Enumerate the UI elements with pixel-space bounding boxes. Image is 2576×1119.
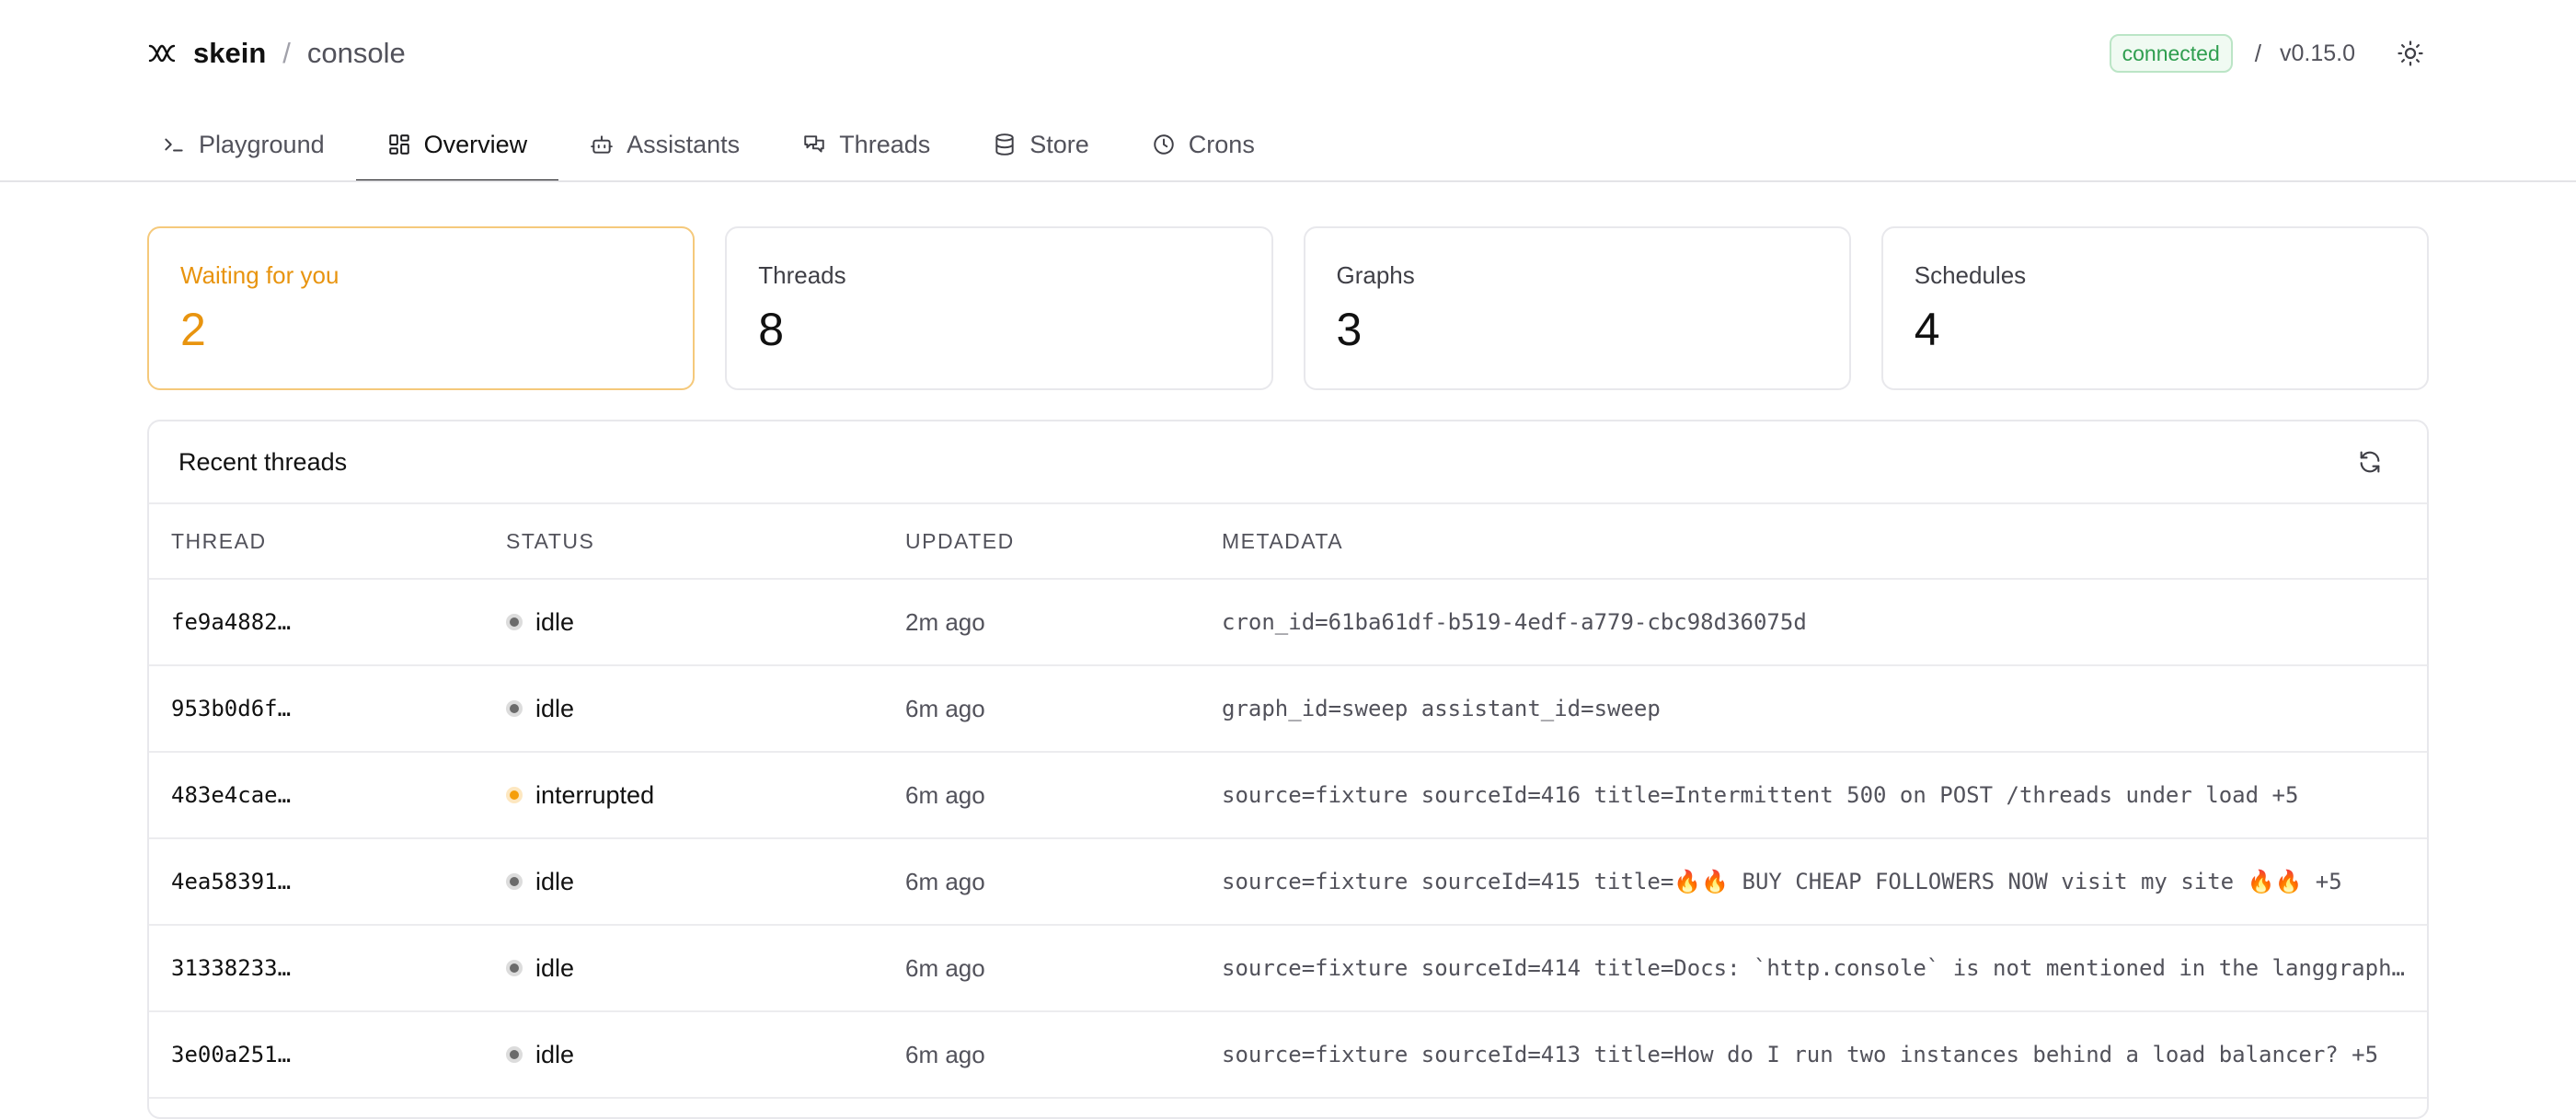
metadata-text: source=fixture sourceId=413 title=How do… — [1222, 1042, 2379, 1067]
column-header-metadata[interactable]: METADATA — [1222, 504, 1343, 578]
metadata-text: source=fixture sourceId=414 title=Docs: … — [1222, 955, 2409, 981]
status-label: idle — [535, 608, 575, 636]
table-row[interactable]: 953b0d6f… idle 6m ago graph_id=sweep ass… — [149, 666, 2427, 753]
recent-threads-panel: Recent threads THREAD STATUS UPDATED MET… — [147, 420, 2429, 1119]
dashboard-icon — [388, 134, 409, 155]
skein-logo-icon — [148, 44, 176, 63]
stat-card-value: 8 — [758, 304, 785, 355]
connection-status-badge: connected — [2109, 34, 2233, 73]
status-label: idle — [535, 954, 575, 982]
database-icon — [995, 133, 1014, 156]
status-label: interrupted — [535, 781, 655, 809]
status-cell: idle — [506, 926, 574, 1010]
terminal-icon — [165, 138, 183, 152]
status-dot-icon — [506, 960, 523, 976]
metadata-text: cron_id=61ba61df-b519-4edf-a779-cbc98d36… — [1222, 609, 1807, 635]
refresh-button[interactable] — [2353, 445, 2386, 479]
top-bar: skein / console connected / v0.15.0 — [147, 28, 2429, 79]
table-row[interactable]: 4ea58391… idle 6m ago source=fixture sou… — [149, 839, 2427, 926]
clock-icon — [1154, 134, 1174, 155]
stat-card-label: Threads — [758, 261, 846, 289]
tab-assistants[interactable]: Assistants — [558, 109, 771, 180]
updated-time: 6m ago — [905, 695, 985, 722]
stat-card-waiting[interactable]: Waiting for you 2 — [147, 226, 696, 390]
thread-id[interactable]: 3e00a251… — [171, 1012, 291, 1097]
table-header: THREAD STATUS UPDATED METADATA — [149, 504, 2427, 580]
version-separator: / — [2254, 39, 2261, 67]
status-dot-icon — [506, 1046, 523, 1063]
status-label: idle — [535, 1041, 575, 1068]
tab-label: Playground — [199, 130, 325, 158]
status-dot-icon — [506, 873, 523, 890]
sun-icon — [2398, 40, 2423, 66]
status-cell: interrupted — [506, 753, 654, 837]
stat-card-threads[interactable]: Threads 8 — [725, 226, 1273, 390]
thread-id[interactable]: 953b0d6f… — [171, 666, 291, 751]
column-header-updated[interactable]: UPDATED — [905, 504, 1015, 578]
table-row[interactable]: fe9a4882… idle 2m ago cron_id=61ba61df-b… — [149, 580, 2427, 666]
refresh-icon — [2360, 451, 2380, 473]
tab-overview[interactable]: Overview — [355, 109, 559, 182]
updated-time: 2m ago — [905, 608, 985, 636]
thread-id[interactable]: 4ea58391… — [171, 839, 291, 924]
version-label: v0.15.0 — [2279, 40, 2355, 66]
tab-label: Assistants — [627, 130, 741, 158]
status-cell: idle — [506, 1012, 574, 1097]
tab-threads[interactable]: Threads — [771, 109, 961, 180]
metadata-text: graph_id=sweep assistant_id=sweep — [1222, 696, 1661, 721]
stat-card-label: Schedules — [1914, 261, 2027, 289]
updated-time: 6m ago — [905, 954, 985, 982]
tab-label: Overview — [423, 130, 528, 158]
thread-id[interactable]: 31338233… — [171, 926, 291, 1010]
theme-toggle-button[interactable] — [2392, 35, 2429, 72]
metadata-text: source=fixture sourceId=416 title=Interm… — [1222, 782, 2299, 808]
status-cell: idle — [506, 666, 574, 751]
status-cell: idle — [506, 839, 574, 924]
status-dot-icon — [506, 614, 523, 630]
table-row[interactable]: 3e00a251… idle 6m ago source=fixture sou… — [149, 1012, 2427, 1099]
table-row[interactable]: 483e4cae… interrupted 6m ago source=fixt… — [149, 753, 2427, 839]
brand-subtitle: console — [306, 37, 406, 69]
column-header-thread[interactable]: THREAD — [171, 504, 267, 578]
tab-label: Store — [1029, 130, 1089, 158]
stat-card-value: 4 — [1914, 304, 1940, 355]
status-dot-icon — [506, 700, 523, 717]
stat-card-graphs[interactable]: Graphs 3 — [1303, 226, 1851, 390]
updated-time: 6m ago — [905, 781, 985, 809]
brand-separator: / — [282, 37, 291, 69]
tab-store[interactable]: Store — [961, 109, 1121, 180]
stat-card-label: Waiting for you — [180, 261, 339, 289]
stat-card-value: 2 — [180, 304, 206, 355]
main-tabs: Playground Overview Assistants Threads S… — [147, 109, 1286, 182]
bot-icon — [591, 135, 613, 154]
thread-id[interactable]: fe9a4882… — [171, 580, 291, 664]
metadata-text: source=fixture sourceId=415 title=🔥🔥 BUY… — [1222, 869, 2342, 894]
updated-time: 6m ago — [905, 868, 985, 895]
status-label: idle — [535, 695, 575, 722]
panel-header: Recent threads — [149, 421, 2427, 504]
header-tools: connected / v0.15.0 — [2109, 28, 2429, 79]
brand-name: skein — [193, 37, 267, 69]
status-label: idle — [535, 868, 575, 895]
column-header-status[interactable]: STATUS — [506, 504, 594, 578]
thread-id[interactable]: 483e4cae… — [171, 753, 291, 837]
tab-label: Crons — [1188, 130, 1255, 158]
messages-icon — [804, 135, 824, 153]
brand[interactable]: skein / console — [147, 28, 406, 79]
tab-label: Threads — [839, 130, 931, 158]
updated-time: 6m ago — [905, 1041, 985, 1068]
table-row[interactable]: 31338233… idle 6m ago source=fixture sou… — [149, 926, 2427, 1012]
status-dot-icon — [506, 787, 523, 803]
status-cell: idle — [506, 580, 574, 664]
tab-playground[interactable]: Playground — [147, 109, 356, 180]
stat-card-value: 3 — [1336, 304, 1363, 355]
tab-crons[interactable]: Crons — [1121, 109, 1286, 180]
stat-card-label: Graphs — [1336, 261, 1415, 289]
tabs-divider — [0, 180, 2576, 182]
panel-title: Recent threads — [178, 448, 348, 476]
stat-card-schedules[interactable]: Schedules 4 — [1880, 226, 2429, 390]
stat-cards: Waiting for you 2 Threads 8 Graphs 3 Sch… — [147, 226, 2429, 390]
